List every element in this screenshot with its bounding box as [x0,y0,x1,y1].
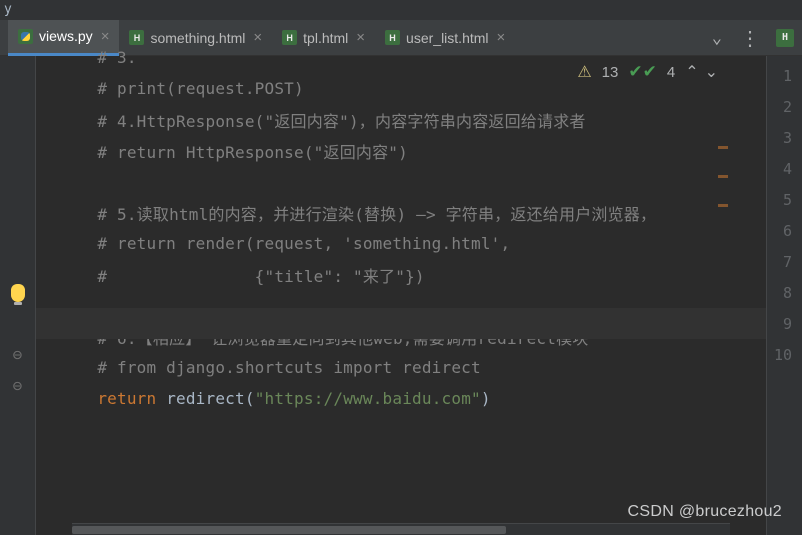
python-icon [18,29,33,44]
watermark: CSDN @brucezhou2 [628,503,782,521]
line-number: 4 [767,153,802,184]
check-icon[interactable]: ✔✔ [628,62,657,82]
intention-bulb-icon[interactable] [0,277,35,308]
gutter: ⊖ ⊖ [0,56,36,535]
line-number: 8 [767,277,802,308]
editor: ⊖ ⊖ ⚠ 13 ✔✔ 4 ⌃ ⌄ # 3. # print(request.P… [0,56,802,535]
code-line: # 4.HttpResponse("返回内容")，内容字符串内容返回给请求者 [36,104,766,135]
code-line: # from django.shortcuts import redirect [36,352,766,383]
line-number: 1 [767,60,802,91]
line-number: 6 [767,215,802,246]
code-area[interactable]: ⚠ 13 ✔✔ 4 ⌃ ⌄ # 3. # print(request.POST)… [36,56,766,535]
code-line: return redirect("https://www.baidu.com") [36,383,766,414]
code-line: # 5.读取html的内容，并进行渲染(替换) —> 字符串，返还给用户浏览器， [36,197,766,228]
top-label: y [0,0,802,20]
fold-icon[interactable]: ⊖ [0,339,35,370]
nav-down-icon[interactable]: ⌄ [705,62,718,82]
nav-up-icon[interactable]: ⌃ [685,62,698,82]
code-line: # return HttpResponse("返回内容") [36,135,766,166]
inspection-badges: ⚠ 13 ✔✔ 4 ⌃ ⌄ [577,62,718,82]
line-number: 7 [767,246,802,277]
warning-count: 13 [602,64,619,81]
line-number: 2 [767,91,802,122]
line-number: 10 [767,339,802,370]
line-number: 3 [767,122,802,153]
check-count: 4 [667,64,675,81]
code-line: # {"title": "来了"}) [36,259,766,290]
scrollbar-thumb[interactable] [72,526,506,534]
fold-icon[interactable]: ⊖ [0,370,35,401]
code-line [36,290,766,321]
html-icon[interactable]: H [776,29,794,47]
line-number-gutter: 1 2 3 4 5 6 7 8 9 10 [766,56,802,535]
line-number: 5 [767,184,802,215]
code-line [36,166,766,197]
warning-icon[interactable]: ⚠ [577,62,591,82]
line-number: 9 [767,308,802,339]
code-line: # return render(request, 'something.html… [36,228,766,259]
horizontal-scrollbar[interactable] [72,523,730,535]
minimap-markers[interactable] [718,146,728,207]
